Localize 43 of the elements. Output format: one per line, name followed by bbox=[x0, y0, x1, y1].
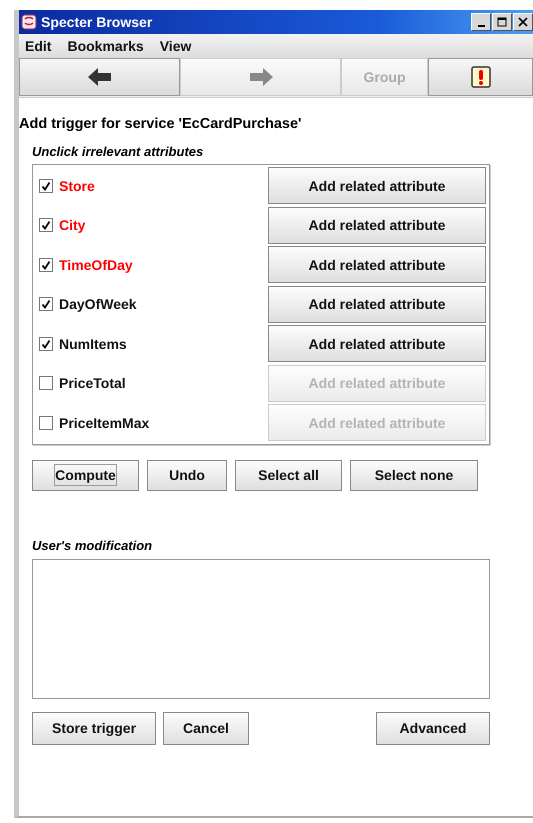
window-title: Specter Browser bbox=[41, 14, 152, 30]
attribute-checkbox[interactable]: PriceItemMax bbox=[33, 414, 268, 431]
action-button[interactable]: Cancel bbox=[163, 712, 249, 744]
section-label: User's modification bbox=[32, 538, 154, 552]
check-icon bbox=[41, 180, 51, 191]
app-icon bbox=[21, 14, 37, 30]
attribute-checkbox[interactable]: NumItems bbox=[33, 336, 268, 352]
menu-item[interactable]: Edit bbox=[25, 38, 52, 54]
attribute-checkbox[interactable]: Store bbox=[33, 178, 268, 194]
check-icon bbox=[41, 260, 51, 270]
section-label: Unclick irrelevant attributes bbox=[32, 144, 204, 159]
minimize-icon bbox=[478, 24, 484, 26]
back-button[interactable] bbox=[19, 58, 180, 96]
arrow-left-icon bbox=[86, 67, 112, 87]
close-button[interactable] bbox=[513, 13, 533, 31]
add-related-attribute-button[interactable]: Add related attribute bbox=[268, 206, 486, 244]
page-heading: Add trigger for service 'EcCardPurchase' bbox=[19, 116, 302, 132]
attribute-checkbox[interactable]: TimeOfDay bbox=[33, 256, 268, 273]
check-icon bbox=[41, 299, 51, 310]
minimize-button[interactable] bbox=[471, 13, 491, 31]
menu-item[interactable]: View bbox=[160, 38, 192, 54]
action-button[interactable]: Advanced bbox=[376, 712, 490, 744]
maximize-button[interactable] bbox=[492, 13, 512, 31]
add-related-attribute-button[interactable]: Add related attribute bbox=[268, 167, 486, 204]
check-icon bbox=[41, 220, 51, 230]
action-button[interactable]: Select none bbox=[350, 460, 478, 490]
maximize-icon bbox=[497, 17, 507, 27]
check-icon bbox=[41, 338, 51, 349]
close-icon bbox=[518, 17, 528, 27]
exclamation-icon bbox=[470, 66, 490, 88]
add-related-attribute-button[interactable]: Add related attribute bbox=[268, 325, 486, 362]
menu-item[interactable]: Bookmarks bbox=[67, 38, 144, 54]
attribute-checkbox[interactable]: DayOfWeek bbox=[33, 296, 268, 312]
alert-button[interactable] bbox=[428, 58, 533, 96]
add-related-attribute-button[interactable]: Add related attribute bbox=[268, 286, 486, 323]
action-button[interactable]: Store trigger bbox=[32, 712, 156, 744]
attribute-checkbox[interactable]: PriceTotal bbox=[33, 375, 268, 392]
attribute-checkbox[interactable]: City bbox=[33, 217, 268, 234]
add-related-attribute-button[interactable]: Add related attribute bbox=[268, 246, 486, 284]
arrow-right-icon bbox=[248, 67, 274, 87]
action-button[interactable]: Compute bbox=[32, 460, 139, 490]
action-button[interactable]: Undo bbox=[147, 460, 227, 490]
action-button[interactable]: Select all bbox=[235, 460, 342, 490]
